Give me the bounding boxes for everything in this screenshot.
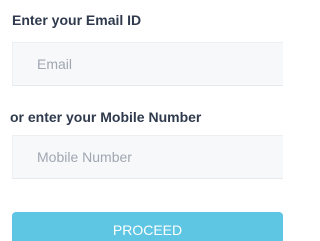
mobile-number-input[interactable] — [13, 136, 283, 178]
mobile-field-container — [12, 135, 283, 179]
email-field-container — [12, 42, 283, 86]
email-label: Enter your Email ID — [12, 12, 142, 28]
login-form: Enter your Email ID or enter your Mobile… — [0, 0, 283, 241]
proceed-button[interactable]: PROCEED — [12, 212, 283, 241]
mobile-number-label: or enter your Mobile Number — [10, 109, 202, 125]
email-input[interactable] — [13, 43, 283, 85]
